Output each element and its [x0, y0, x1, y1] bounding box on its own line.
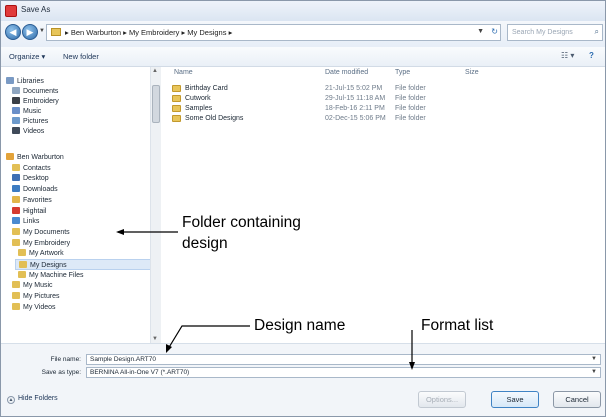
callout-format-list: Format list: [421, 317, 494, 334]
callout-folder-line2: design: [182, 235, 228, 252]
callout-design-name: Design name: [254, 317, 346, 334]
design-name-callout-arrow: [167, 325, 250, 350]
design-name-callout-arrowhead: [166, 344, 172, 353]
folder-callout-arrowhead: [116, 229, 124, 235]
format-list-callout-arrowhead: [409, 362, 415, 370]
annotation-arrows: [116, 229, 415, 370]
callout-folder-line1: Folder containing: [182, 214, 301, 231]
